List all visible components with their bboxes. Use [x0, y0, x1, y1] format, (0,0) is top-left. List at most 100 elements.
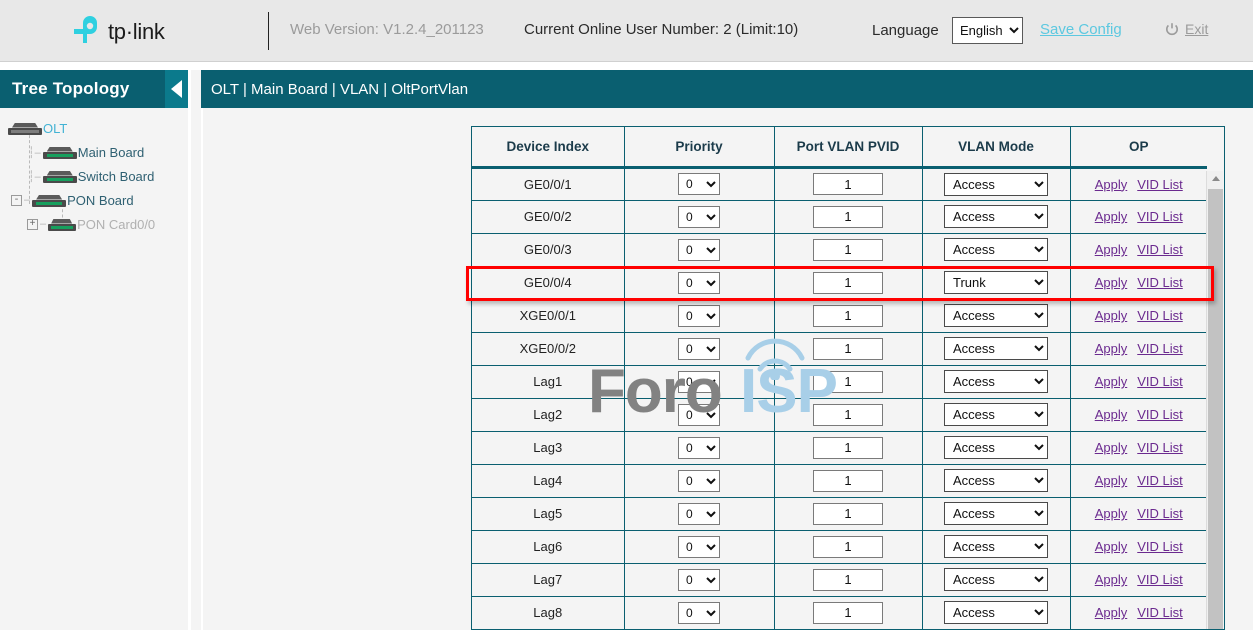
vid-list-link[interactable]: VID List — [1137, 473, 1183, 488]
tree-node-label: OLT — [43, 121, 67, 136]
vid-list-link[interactable]: VID List — [1137, 539, 1183, 554]
apply-link[interactable]: Apply — [1095, 242, 1128, 257]
exit-link[interactable]: Exit — [1185, 21, 1208, 37]
scroll-up-arrow-icon[interactable] — [1207, 171, 1224, 185]
vlan-mode-select[interactable]: Access — [944, 205, 1048, 228]
tree-node-olt[interactable]: OLT — [0, 116, 188, 140]
vid-list-link[interactable]: VID List — [1137, 209, 1183, 224]
priority-select[interactable]: 0 — [678, 371, 720, 393]
vlan-mode-select[interactable]: Access — [944, 304, 1048, 327]
vid-list-link[interactable]: VID List — [1137, 177, 1183, 192]
pvid-input[interactable] — [813, 338, 883, 360]
vid-list-link[interactable]: VID List — [1137, 308, 1183, 323]
apply-link[interactable]: Apply — [1095, 572, 1128, 587]
priority-select[interactable]: 0 — [678, 338, 720, 360]
apply-link[interactable]: Apply — [1095, 275, 1128, 290]
pvid-input[interactable] — [813, 503, 883, 525]
vid-list-link[interactable]: VID List — [1137, 572, 1183, 587]
priority-select[interactable]: 0 — [678, 470, 720, 492]
vid-list-link[interactable]: VID List — [1137, 440, 1183, 455]
apply-link[interactable]: Apply — [1095, 407, 1128, 422]
apply-link[interactable]: Apply — [1095, 605, 1128, 620]
pvid-input[interactable] — [813, 371, 883, 393]
apply-link[interactable]: Apply — [1095, 506, 1128, 521]
vlan-mode-select[interactable]: Access — [944, 337, 1048, 360]
language-select[interactable]: English — [952, 17, 1023, 44]
pvid-input[interactable] — [813, 569, 883, 591]
apply-link[interactable]: Apply — [1095, 539, 1128, 554]
tplink-logo[interactable]: tp·link — [70, 12, 200, 52]
pvid-input[interactable] — [813, 239, 883, 261]
apply-link[interactable]: Apply — [1095, 308, 1128, 323]
tree-toggle-plus-icon[interactable]: + — [27, 219, 38, 230]
vid-list-link[interactable]: VID List — [1137, 341, 1183, 356]
vlan-mode-select[interactable]: Access — [944, 469, 1048, 492]
priority-select[interactable]: 0 — [678, 206, 720, 228]
cell-vlan-mode: Access — [922, 365, 1070, 398]
priority-select[interactable]: 0 — [678, 503, 720, 525]
exit-control[interactable]: Exit — [1165, 21, 1208, 37]
vlan-mode-select[interactable]: Trunk — [944, 271, 1048, 294]
vlan-mode-select[interactable]: Access — [944, 238, 1048, 261]
priority-select[interactable]: 0 — [678, 404, 720, 426]
table-row: Lag6 0 Access Apply VID List — [472, 530, 1207, 563]
vid-list-link[interactable]: VID List — [1137, 275, 1183, 290]
pvid-input[interactable] — [813, 272, 883, 294]
apply-link[interactable]: Apply — [1095, 473, 1128, 488]
pvid-input[interactable] — [813, 173, 883, 195]
olt-device-icon — [8, 122, 42, 135]
tree-toggle-minus-icon[interactable]: - — [11, 195, 22, 206]
op-links: Apply VID List — [1072, 440, 1207, 455]
scrollbar-thumb[interactable] — [1208, 189, 1223, 629]
vlan-mode-select[interactable]: Access — [944, 568, 1048, 591]
vid-list-link[interactable]: VID List — [1137, 374, 1183, 389]
cell-device-index: Lag6 — [472, 530, 624, 563]
cell-priority: 0 — [624, 464, 774, 497]
apply-link[interactable]: Apply — [1095, 341, 1128, 356]
pvid-input[interactable] — [813, 437, 883, 459]
pvid-input[interactable] — [813, 470, 883, 492]
vlan-mode-select[interactable]: Access — [944, 436, 1048, 459]
vid-list-link[interactable]: VID List — [1137, 242, 1183, 257]
priority-select[interactable]: 0 — [678, 239, 720, 261]
tree-node-pon-board[interactable]: - – PON Board — [0, 188, 188, 212]
vlan-mode-select[interactable]: Access — [944, 535, 1048, 558]
vlan-mode-select[interactable]: Access — [944, 502, 1048, 525]
vid-list-link[interactable]: VID List — [1137, 407, 1183, 422]
cell-device-index: Lag1 — [472, 365, 624, 398]
apply-link[interactable]: Apply — [1095, 374, 1128, 389]
vlan-mode-select[interactable]: Access — [944, 601, 1048, 624]
pvid-input[interactable] — [813, 305, 883, 327]
table-scrollbar[interactable] — [1206, 171, 1223, 629]
priority-select[interactable]: 0 — [678, 536, 720, 558]
cell-vlan-mode: Access — [922, 464, 1070, 497]
priority-select[interactable]: 0 — [678, 305, 720, 327]
sidebar-collapse-button[interactable] — [165, 70, 188, 108]
apply-link[interactable]: Apply — [1095, 177, 1128, 192]
vlan-mode-select[interactable]: Access — [944, 173, 1048, 196]
pvid-input[interactable] — [813, 404, 883, 426]
pvid-input[interactable] — [813, 602, 883, 624]
priority-select[interactable]: 0 — [678, 173, 720, 195]
pvid-input[interactable] — [813, 206, 883, 228]
save-config-link[interactable]: Save Config — [1040, 21, 1122, 38]
priority-select[interactable]: 0 — [678, 437, 720, 459]
vlan-mode-select[interactable]: Access — [944, 403, 1048, 426]
vid-list-link[interactable]: VID List — [1137, 506, 1183, 521]
pvid-input[interactable] — [813, 536, 883, 558]
vid-list-link[interactable]: VID List — [1137, 605, 1183, 620]
breadcrumb-bar: OLT | Main Board | VLAN | OltPortVlan — [201, 70, 1253, 108]
cell-port-vlan-pvid — [774, 398, 922, 431]
tree-node-switch-board[interactable]: ┆– Switch Board — [0, 164, 188, 188]
cell-priority: 0 — [624, 233, 774, 266]
vlan-mode-select[interactable]: Access — [944, 370, 1048, 393]
cell-op: Apply VID List — [1070, 233, 1207, 266]
apply-link[interactable]: Apply — [1095, 440, 1128, 455]
priority-select[interactable]: 0 — [678, 602, 720, 624]
priority-select[interactable]: 0 — [678, 569, 720, 591]
column-header-device-index: Device Index — [472, 127, 624, 167]
tree-node-pon-card[interactable]: + – PON Card0/0 — [0, 212, 188, 236]
tree-node-main-board[interactable]: ┆– Main Board — [0, 140, 188, 164]
priority-select[interactable]: 0 — [678, 272, 720, 294]
apply-link[interactable]: Apply — [1095, 209, 1128, 224]
